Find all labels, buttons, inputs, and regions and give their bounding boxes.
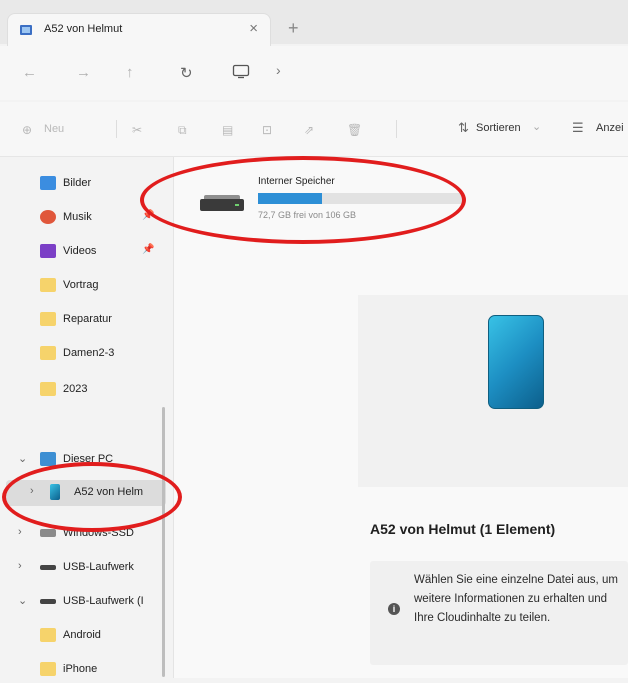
usb-drive-icon <box>40 599 56 604</box>
sidebar-item-label: Android <box>63 629 101 641</box>
chevron-down-icon[interactable]: ⌄ <box>18 594 27 607</box>
chevron-down-icon[interactable]: ⌄ <box>18 452 27 465</box>
sidebar-item-label: Vortrag <box>63 279 99 291</box>
sidebar-item-bilder[interactable]: Bilder <box>0 171 173 197</box>
view-icon[interactable]: ☰ <box>572 120 584 136</box>
sort-button[interactable]: Sortieren <box>476 122 521 134</box>
sidebar-item-reparatur[interactable]: Reparatur <box>0 307 173 333</box>
sidebar-item-label: Windows-SSD <box>63 527 134 539</box>
pictures-icon <box>40 176 56 190</box>
up-arrow-icon[interactable]: ↑ <box>126 64 134 81</box>
sort-chevron-down-icon[interactable]: ⌄ <box>532 120 541 133</box>
drive-name[interactable]: Interner Speicher <box>258 176 335 187</box>
sidebar-item-label: A52 von Helm <box>74 486 144 498</box>
phone-icon <box>50 484 60 500</box>
tab-title: A52 von Helmut <box>44 23 123 35</box>
storage-usage-fill <box>258 193 323 204</box>
sidebar-item-label: Reparatur <box>63 313 112 325</box>
sidebar-item-label: Videos <box>63 245 97 257</box>
new-icon[interactable]: ⊕ <box>22 123 32 137</box>
details-info-text: Wählen Sie eine einzelne Datei aus, um w… <box>414 574 618 624</box>
sidebar-scrollbar[interactable] <box>162 407 165 677</box>
folder-icon <box>40 312 56 326</box>
sidebar-item-usb-laufwerk[interactable]: › USB-Laufwerk <box>0 555 173 581</box>
breadcrumb-chevron-icon[interactable]: › <box>276 62 281 78</box>
new-button-label[interactable]: Neu <box>44 123 64 135</box>
command-bar: ⊕ Neu ✂ ⧉ ▤ ⊡ ⇗ 🗑 ⇅ Sortieren ⌄ ☰ Anzei <box>0 102 628 157</box>
content-area: Interner Speicher 72,7 GB frei von 106 G… <box>174 157 628 678</box>
sidebar-item-label: Bilder <box>63 177 92 189</box>
sidebar-item-label: Musik <box>63 211 92 223</box>
sidebar-item-iphone[interactable]: iPhone <box>0 657 173 683</box>
usb-drive-icon <box>40 565 56 570</box>
info-icon: i <box>388 603 400 615</box>
rename-icon[interactable]: ⊡ <box>262 123 272 137</box>
sidebar-item-android[interactable]: Android <box>0 623 173 649</box>
tab-bar: A52 von Helmut × + <box>0 0 628 46</box>
delete-icon[interactable]: 🗑 <box>347 123 362 137</box>
copy-icon[interactable]: ⧉ <box>178 123 187 138</box>
device-preview <box>358 295 628 487</box>
details-title: A52 von Helmut (1 Element) <box>370 521 556 537</box>
details-info-card: i Wählen Sie eine einzelne Datei aus, um… <box>370 561 628 665</box>
chevron-right-icon[interactable]: › <box>18 560 22 572</box>
chevron-right-icon[interactable]: › <box>18 526 22 538</box>
folder-icon <box>40 278 56 292</box>
phone-icon <box>488 315 544 409</box>
new-tab-button[interactable]: + <box>288 18 299 39</box>
navigation-pane: Bilder Musik 📌 Videos 📌 Vortrag Reparatu… <box>0 157 173 678</box>
sidebar-item-label: 2023 <box>63 383 88 395</box>
folder-tab-icon <box>20 25 32 35</box>
pin-icon[interactable]: 📌 <box>142 210 154 221</box>
sidebar-item-dieser-pc[interactable]: ⌄ Dieser PC <box>0 447 173 473</box>
close-tab-icon[interactable]: × <box>249 20 258 37</box>
toolbar-divider <box>396 120 397 138</box>
cut-icon[interactable]: ✂ <box>132 123 142 137</box>
sidebar-item-label: Damen2-3 <box>63 347 115 359</box>
sidebar-item-label: iPhone <box>63 663 98 675</box>
view-button[interactable]: Anzei <box>596 122 624 134</box>
this-pc-icon <box>40 452 56 466</box>
sidebar-item-windows-ssd[interactable]: › Windows-SSD <box>0 521 173 547</box>
sidebar-item-label: USB-Laufwerk <box>63 561 134 573</box>
videos-icon <box>40 244 56 258</box>
sidebar-item-vortrag[interactable]: Vortrag <box>0 273 173 299</box>
sidebar-item-2023[interactable]: 2023 <box>0 377 173 403</box>
toolbar-divider <box>116 120 117 138</box>
refresh-icon[interactable]: ↻ <box>180 64 193 82</box>
sidebar-item-label: USB-Laufwerk (I <box>63 595 144 607</box>
device-icon[interactable] <box>232 64 250 79</box>
folder-icon <box>40 662 56 676</box>
sidebar-item-musik[interactable]: Musik 📌 <box>0 205 173 231</box>
folder-icon <box>40 382 56 396</box>
sidebar-item-damen2-3[interactable]: Damen2-3 <box>0 341 173 367</box>
chevron-right-icon[interactable]: › <box>30 485 34 497</box>
sidebar-item-label: Dieser PC <box>63 453 114 465</box>
tab-a52[interactable]: A52 von Helmut × <box>8 14 270 46</box>
sidebar-item-a52-von-helmut[interactable]: › A52 von Helm <box>6 480 166 506</box>
sidebar-item-usb-laufwerk-2[interactable]: ⌄ USB-Laufwerk (I <box>0 589 173 615</box>
storage-usage-bar <box>258 193 462 204</box>
folder-icon <box>40 628 56 642</box>
folder-icon <box>40 346 56 360</box>
drive-icon <box>40 529 56 537</box>
back-arrow-icon[interactable]: ← <box>22 64 37 81</box>
share-icon[interactable]: ⇗ <box>304 123 314 137</box>
sort-icon[interactable]: ⇅ <box>458 120 469 136</box>
paste-icon[interactable]: ▤ <box>222 123 233 137</box>
pin-icon[interactable]: 📌 <box>142 244 154 255</box>
forward-arrow-icon[interactable]: → <box>76 64 91 81</box>
drive-free-space: 72,7 GB frei von 106 GB <box>258 210 357 220</box>
internal-storage-icon[interactable] <box>200 195 244 211</box>
sidebar-item-videos[interactable]: Videos 📌 <box>0 239 173 265</box>
navigation-bar: ← → ↑ ↻ › <box>0 46 628 100</box>
music-icon <box>40 210 56 224</box>
